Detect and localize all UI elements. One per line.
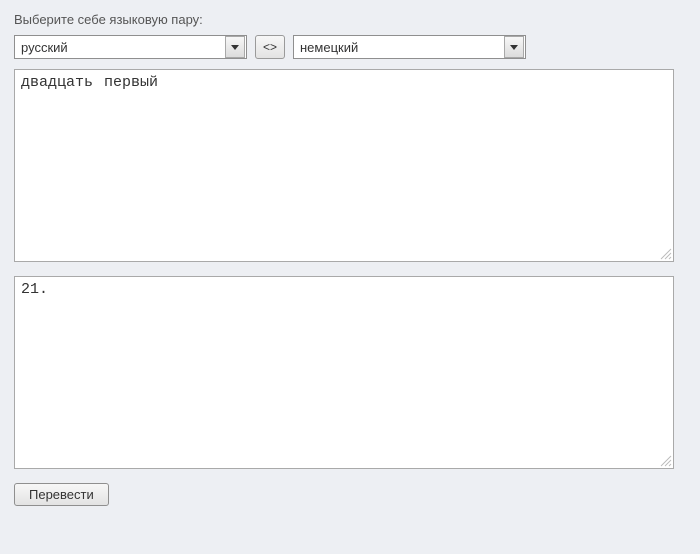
source-language-select[interactable]: русский <box>14 35 247 59</box>
source-text-value: двадцать первый <box>21 74 158 91</box>
target-language-select[interactable]: немецкий <box>293 35 526 59</box>
chevron-down-icon[interactable] <box>504 36 524 58</box>
swap-languages-button[interactable]: <> <box>255 35 285 59</box>
source-text-input[interactable]: двадцать первый <box>14 69 674 262</box>
swap-icon: <> <box>263 40 277 54</box>
source-language-value: русский <box>15 38 225 57</box>
target-text-value: 21. <box>21 281 48 298</box>
target-text-output[interactable]: 21. <box>14 276 674 469</box>
language-pair-prompt: Выберите себе языковую пару: <box>14 12 686 27</box>
resize-handle[interactable] <box>658 453 672 467</box>
target-language-value: немецкий <box>294 38 504 57</box>
chevron-down-icon[interactable] <box>225 36 245 58</box>
resize-handle[interactable] <box>658 246 672 260</box>
language-pair-row: русский <> немецкий <box>14 35 686 59</box>
translate-button[interactable]: Перевести <box>14 483 109 506</box>
